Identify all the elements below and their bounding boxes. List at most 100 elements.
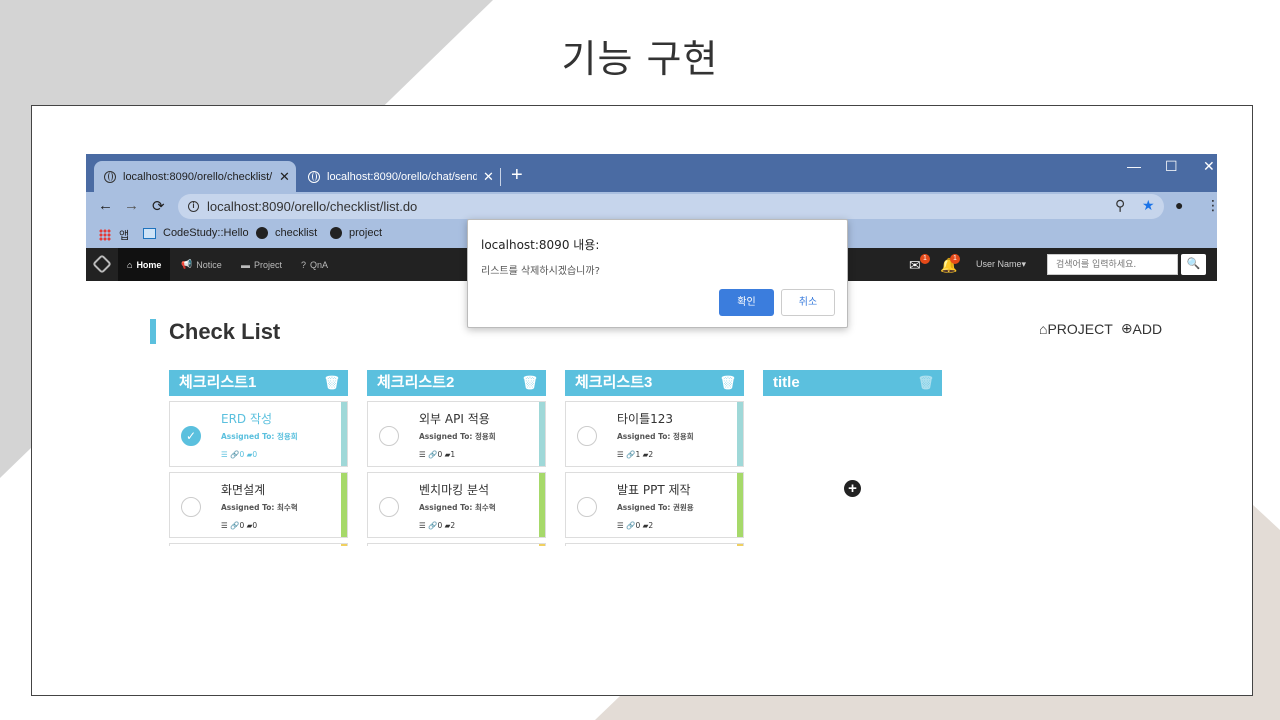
checklist-column: 체크리스트2 🗑 외부 API 적용 Assigned To: 정용희 ☰ 🔗0… — [367, 370, 546, 546]
nav-label: Notice — [196, 259, 222, 270]
globe-icon — [104, 170, 116, 183]
column-header[interactable]: 체크리스트1 🗑 — [169, 370, 348, 396]
mail-icon[interactable]: ✉ — [909, 257, 921, 274]
tab-checklist[interactable]: localhost:8090/orello/checklist/li ✕ — [94, 161, 296, 192]
nav-project[interactable]: ▬ Project — [232, 248, 291, 281]
reload-icon[interactable]: ⟳ — [152, 197, 165, 215]
card-meta: ☰ 🔗0 ▰1 — [419, 450, 456, 459]
folder-icon: ▬ — [241, 259, 250, 270]
trash-icon[interactable]: 🗑 — [917, 370, 934, 396]
trash-icon[interactable]: 🗑 — [323, 370, 340, 396]
globe-icon — [330, 227, 342, 239]
bookmark-label: CodeStudy::Hello — [163, 227, 249, 239]
question-icon: ? — [301, 259, 307, 270]
card-assignee: Assigned To: 최수혁 — [419, 503, 496, 512]
bookmark-codestudy[interactable]: CodeStudy::Hello — [143, 227, 249, 239]
address-bar-row: ← → ⟳ i localhost:8090/orello/checklist/… — [86, 192, 1217, 222]
card-color-stripe — [341, 473, 347, 537]
bookmark-project[interactable]: project — [330, 227, 382, 239]
search-input[interactable] — [1047, 254, 1178, 275]
checklist-card[interactable]: 발표 PPT 제작 Assigned To: 권원용 ☰ 🔗0 ▰2 — [565, 472, 744, 538]
checklist-card[interactable]: 화면설계 Assigned To: 최수혁 ☰ 🔗0 ▰0 — [169, 472, 348, 538]
checkbox-icon[interactable] — [181, 497, 201, 517]
globe-icon — [308, 170, 320, 183]
info-icon[interactable]: i — [188, 201, 199, 212]
add-card-plus-icon[interactable]: + — [844, 480, 861, 497]
card-meta: ☰ 🔗0 ▰0 — [221, 450, 258, 459]
bookmark-label: checklist — [275, 227, 318, 239]
more-menu-icon[interactable]: ⋮ — [1206, 197, 1217, 214]
column-header[interactable]: title 🗑 — [763, 370, 942, 396]
checklist-card-partial — [367, 543, 546, 546]
minimize-button[interactable]: — — [1127, 158, 1141, 174]
nav-label: Home — [136, 259, 162, 270]
trash-icon[interactable]: 🗑 — [521, 370, 538, 396]
nav-home[interactable]: ⌂ Home — [118, 248, 171, 281]
profile-avatar-icon[interactable]: ● — [1175, 197, 1183, 213]
trash-icon[interactable]: 🗑 — [719, 370, 736, 396]
checklist-card[interactable]: 타이틀123 Assigned To: 정용희 ☰ 🔗1 ▰2 — [565, 401, 744, 467]
column-title: title — [773, 374, 800, 391]
url-input[interactable]: i localhost:8090/orello/checklist/list.d… — [178, 194, 1164, 219]
bell-badge: 1 — [950, 254, 960, 264]
bookmark-apps[interactable]: 앱 — [99, 227, 129, 243]
card-assignee: Assigned To: 정용희 — [617, 432, 694, 441]
add-link[interactable]: ⊕ ADD — [1121, 320, 1162, 337]
card-color-stripe — [341, 402, 347, 466]
logo-icon[interactable] — [92, 254, 112, 274]
bookmark-label: 앱 — [119, 230, 130, 242]
plus-circle-icon: ⊕ — [1120, 320, 1133, 336]
card-color-stripe — [539, 544, 545, 546]
card-color-stripe — [539, 473, 545, 537]
star-bookmark-icon[interactable]: ★ — [1142, 197, 1155, 214]
card-color-stripe — [737, 473, 743, 537]
checkbox-icon[interactable] — [577, 426, 597, 446]
checkbox-icon[interactable] — [379, 426, 399, 446]
close-window-button[interactable]: ✕ — [1203, 158, 1215, 175]
mail-badge: 1 — [920, 254, 930, 264]
back-arrow-icon[interactable]: ← — [98, 197, 113, 214]
close-tab-icon[interactable]: ✕ — [279, 169, 290, 185]
confirm-ok-button[interactable]: 확인 — [719, 289, 774, 316]
checklist-column: title 🗑 — [763, 370, 942, 396]
dialog-message: 리스트를 삭제하시겠습니까? — [481, 266, 600, 277]
checklist-card-partial — [169, 543, 348, 546]
maximize-button[interactable]: ☐ — [1165, 158, 1178, 175]
search-icon[interactable]: 🔍 — [1181, 254, 1206, 275]
page-title: Check List — [150, 319, 280, 344]
card-title: 화면설계 — [221, 483, 266, 497]
checklist-card-partial — [565, 543, 744, 546]
checklist-column: 체크리스트3 🗑 타이틀123 Assigned To: 정용희 ☰ 🔗1 ▰2… — [565, 370, 744, 546]
page-actions: ⌂ PROJECT ⊕ ADD — [1039, 320, 1162, 337]
nav-qna[interactable]: ? QnA — [292, 248, 337, 281]
checklist-column: 체크리스트1 🗑 ✓ ERD 작성 Assigned To: 정용희 ☰ 🔗0 … — [169, 370, 348, 546]
column-header[interactable]: 체크리스트3 🗑 — [565, 370, 744, 396]
checkbox-icon[interactable] — [577, 497, 597, 517]
checkbox-checked-icon[interactable]: ✓ — [181, 426, 201, 446]
forward-arrow-icon[interactable]: → — [124, 197, 139, 214]
zoom-icon[interactable]: ⚲ — [1115, 197, 1125, 214]
column-title: 체크리스트2 — [377, 374, 455, 391]
bookmark-checklist[interactable]: checklist — [256, 227, 317, 239]
checklist-card[interactable]: 외부 API 적용 Assigned To: 정용희 ☰ 🔗0 ▰1 — [367, 401, 546, 467]
card-assignee: Assigned To: 권원용 — [617, 503, 694, 512]
card-color-stripe — [737, 402, 743, 466]
home-icon: ⌂ — [127, 259, 133, 270]
nav-label: QnA — [310, 259, 329, 270]
close-tab-icon[interactable]: ✕ — [483, 169, 494, 185]
card-assignee: Assigned To: 최수혁 — [221, 503, 298, 512]
project-link[interactable]: ⌂ PROJECT — [1039, 320, 1113, 337]
user-menu[interactable]: User Name▾ — [976, 259, 1026, 270]
confirm-cancel-button[interactable]: 취소 — [781, 289, 835, 316]
checklist-card[interactable]: ✓ ERD 작성 Assigned To: 정용희 ☰ 🔗0 ▰0 — [169, 401, 348, 467]
new-tab-button[interactable]: + — [511, 164, 523, 187]
home-icon: ⌂ — [1039, 320, 1048, 337]
card-meta: ☰ 🔗0 ▰2 — [617, 521, 654, 530]
bookmark-label: project — [349, 227, 383, 239]
nav-notice[interactable]: 📢 Notice — [172, 248, 231, 281]
card-meta: ☰ 🔗0 ▰2 — [419, 521, 456, 530]
checkbox-icon[interactable] — [379, 497, 399, 517]
tab-chat[interactable]: localhost:8090/orello/chat/send ✕ — [298, 161, 498, 192]
checklist-card[interactable]: 벤치마킹 분석 Assigned To: 최수혁 ☰ 🔗0 ▰2 — [367, 472, 546, 538]
column-header[interactable]: 체크리스트2 🗑 — [367, 370, 546, 396]
